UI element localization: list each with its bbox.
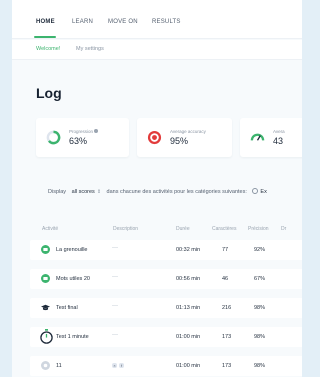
description-cell: — [112, 245, 118, 251]
progress-ring-icon [46, 130, 61, 145]
stat-card-average-speed: Avera 43 [240, 118, 302, 157]
description-cell: — [112, 274, 118, 280]
characters-cell: 216 [222, 305, 232, 311]
info-icon [94, 129, 99, 133]
precision-cell: 67% [254, 276, 266, 282]
characters-cell: 46 [222, 276, 229, 282]
precision-cell: 92% [254, 247, 266, 253]
table-row[interactable]: 11 × f 01:00 min 173 98% [30, 356, 302, 376]
chevron-updown-icon: ⇕ [96, 189, 102, 195]
tag-chip: × [112, 363, 117, 368]
activity-name: 11 [56, 363, 62, 369]
speedometer-icon [250, 133, 265, 141]
table-row[interactable]: Test 1 minute — 01:00 min 173 98% [30, 327, 302, 347]
stat-value: 95% [170, 136, 189, 146]
filter-bar: Display all scores ⇕ dans chacune des act… [48, 188, 267, 195]
col-header-characters[interactable]: Caractères [212, 226, 236, 232]
score-select[interactable]: all scores ⇕ [72, 189, 101, 195]
activity-name: Test 1 minute [56, 334, 89, 340]
stat-card-accuracy: Average accuracy 95% [137, 118, 232, 157]
duration-cell: 01:00 min [176, 363, 201, 369]
target-icon [147, 130, 162, 145]
gear-icon [41, 361, 50, 370]
stat-label: Average accuracy [170, 129, 206, 134]
keyboard-icon [41, 274, 50, 283]
col-header-activity[interactable]: Activité [42, 226, 58, 232]
keyboard-icon [41, 245, 50, 254]
subnav-my-settings[interactable]: My settings [76, 46, 104, 52]
table-row[interactable]: La grenouille — 00:32 min 77 92% [30, 240, 302, 260]
precision-cell: 98% [254, 363, 266, 369]
col-header-duration[interactable]: Durée [176, 226, 190, 232]
page-title: Log [36, 85, 62, 101]
stat-label: Avera [273, 129, 285, 134]
description-tags: × f [112, 363, 126, 369]
category-checkbox[interactable] [252, 188, 259, 194]
activity-name: Mots utiles 20 [56, 276, 90, 282]
activity-name: Test final [56, 305, 78, 311]
characters-cell: 77 [222, 247, 229, 253]
characters-cell: 173 [222, 363, 232, 369]
table-row[interactable]: Test final — 01:13 min 216 98% [30, 298, 302, 318]
graduation-cap-icon [41, 304, 50, 311]
tab-learn[interactable]: LEARN [72, 19, 93, 25]
duration-cell: 00:32 min [176, 247, 201, 253]
description-cell: — [112, 332, 118, 338]
stat-card-progression: Progression 63% [36, 118, 129, 157]
display-label: Display [48, 189, 67, 195]
characters-cell: 173 [222, 334, 232, 340]
description-cell: — [112, 303, 118, 309]
filter-description: dans chacune des activités pour les caté… [106, 189, 247, 195]
col-header-more[interactable]: Dr [281, 226, 286, 232]
sub-nav: Welcome! My settings [12, 40, 302, 60]
activity-name: La grenouille [56, 247, 88, 253]
subnav-welcome[interactable]: Welcome! [36, 46, 60, 52]
table-row[interactable]: Mots utiles 20 — 00:56 min 46 67% [30, 269, 302, 289]
tag-chip: f [119, 363, 124, 368]
tab-move-on[interactable]: MOVE ON [108, 19, 138, 25]
stat-value: 63% [69, 136, 88, 146]
duration-cell: 00:56 min [176, 276, 201, 282]
tab-results[interactable]: RESULTS [152, 19, 181, 25]
col-header-description[interactable]: Description [113, 226, 138, 232]
top-nav: HOME LEARN MOVE ON RESULTS [12, 0, 302, 39]
tab-home[interactable]: HOME [36, 19, 55, 25]
checkbox-label: Ex [260, 189, 267, 195]
duration-cell: 01:00 min [176, 334, 201, 340]
precision-cell: 98% [254, 334, 266, 340]
col-header-precision[interactable]: Précision [248, 226, 269, 232]
stat-label: Progression [69, 129, 99, 134]
stat-value: 43 [273, 136, 284, 146]
score-select-value: all scores [71, 189, 95, 195]
precision-cell: 98% [254, 305, 266, 311]
stopwatch-icon [40, 329, 53, 344]
active-tab-indicator [34, 36, 56, 38]
app-window: HOME LEARN MOVE ON RESULTS Welcome! My s… [12, 0, 302, 377]
duration-cell: 01:13 min [176, 305, 201, 311]
